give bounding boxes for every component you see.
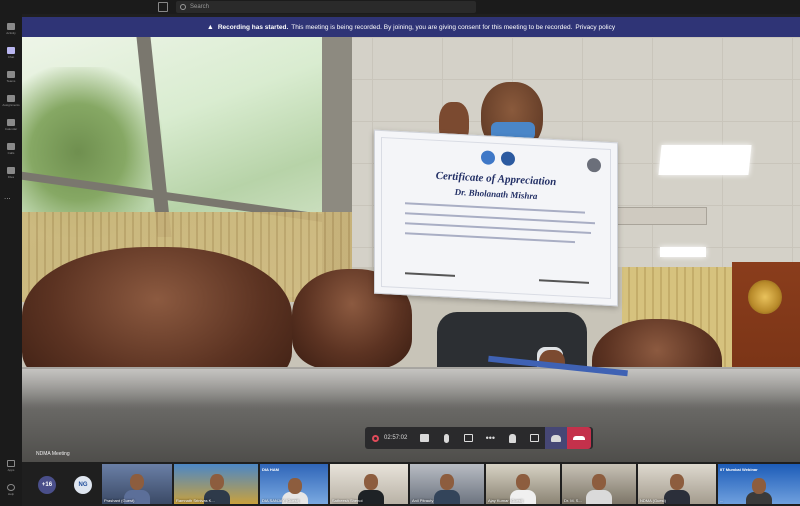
rail-item-calls[interactable]: Calls <box>0 138 22 160</box>
rail-item-activity[interactable]: Activity <box>0 18 22 40</box>
rail-label: Apps <box>7 468 15 472</box>
more-icon: ••• <box>485 433 496 443</box>
file-icon <box>7 167 15 174</box>
ceiling-light <box>660 247 706 257</box>
participant-tile[interactable]: Ramnath Srinivas K... <box>174 464 258 504</box>
participant-tile[interactable]: Prashant (Guest) <box>102 464 172 504</box>
org-logo <box>501 151 515 166</box>
participant-strip: +16 NG Prashant (Guest) Ramnath Srinivas… <box>22 462 800 506</box>
recording-banner: ▲ Recording has started. This meeting is… <box>22 17 800 37</box>
apps-icon <box>7 460 15 467</box>
share-screen-icon <box>463 434 473 442</box>
ceiling-light <box>658 145 752 175</box>
camera-icon <box>419 434 429 442</box>
camera-button[interactable] <box>413 427 435 449</box>
rail-label: Activity <box>6 31 16 35</box>
rail-label: Chat <box>7 55 15 59</box>
share-button[interactable] <box>457 427 479 449</box>
participant-name: Anil Pitrauty <box>412 498 434 503</box>
rail-label: Help <box>7 492 15 496</box>
tile-banner: IIT Mumbai Webinar <box>720 467 758 472</box>
search-icon <box>180 4 186 10</box>
banner-title: Recording has started. <box>217 23 289 31</box>
people-icon <box>551 434 562 442</box>
rail-label: Teams <box>6 79 16 83</box>
unesco-logo <box>481 150 495 165</box>
teams-icon <box>7 71 15 78</box>
chat-button[interactable] <box>523 427 545 449</box>
chat-icon <box>7 47 15 54</box>
participant-name: NDMA (Guest) <box>640 498 667 503</box>
call-controls: 02:57:02 ••• <box>365 427 593 449</box>
main-video-feed: Certificate of Appreciation Dr. Bholanat… <box>22 37 800 462</box>
warning-icon: ▲ <box>206 23 214 31</box>
bell-icon <box>7 23 15 30</box>
participant-name: Ajay Kumar (Guest) <box>488 498 524 503</box>
participant-name: Satheesh Shenoi <box>332 498 363 503</box>
new-chat-icon[interactable] <box>158 2 168 12</box>
more-apps-icon[interactable]: ... <box>4 192 11 201</box>
participant-tile[interactable]: IIT Mumbai Webinar ... <box>718 464 800 504</box>
meeting-name: NDMA Meeting <box>36 451 70 457</box>
phone-icon <box>7 143 15 150</box>
rail-item-help[interactable]: Help <box>0 484 22 496</box>
raise-hand-button[interactable] <box>501 427 523 449</box>
rail-item-apps[interactable]: Apps <box>0 460 22 472</box>
emblem-logo <box>587 157 601 173</box>
rail-label: Assignments <box>2 103 20 107</box>
participants-button[interactable] <box>545 427 568 449</box>
participant-name: DIA SANJAY (Guest) <box>262 498 300 503</box>
call-timer: 02:57:02 <box>384 435 408 441</box>
title-bar: Search <box>0 0 800 14</box>
mic-button[interactable] <box>435 427 457 449</box>
participant-tile[interactable]: Dr. M. S... <box>562 464 636 504</box>
certificate: Certificate of Appreciation Dr. Bholanat… <box>374 129 618 307</box>
ac-vent <box>617 207 707 225</box>
teams-meeting-window: Search Activity Chat Teams Assignments C… <box>0 0 800 506</box>
search-box[interactable]: Search <box>176 1 476 13</box>
participant-tile[interactable]: Ajay Kumar (Guest) <box>486 464 560 504</box>
participant-name: ... <box>720 498 724 503</box>
rail-item-files[interactable]: Files <box>0 162 22 184</box>
app-rail: Activity Chat Teams Assignments Calendar… <box>0 14 22 506</box>
calendar-icon <box>7 119 15 126</box>
participant-tile[interactable]: Satheesh Shenoi <box>330 464 408 504</box>
help-icon <box>7 484 15 491</box>
rail-label: Calls <box>7 151 15 155</box>
participant-tile[interactable]: DIA HAM DIA SANJAY (Guest) <box>260 464 328 504</box>
participant-avatar[interactable]: NG <box>74 476 92 494</box>
rail-item-teams[interactable]: Teams <box>0 66 22 88</box>
participant-name: Prashant (Guest) <box>104 498 135 503</box>
participant-tile[interactable]: NDMA (Guest) <box>638 464 716 504</box>
banner-text: This meeting is being recorded. By joini… <box>291 23 573 31</box>
hang-up-icon <box>573 436 586 440</box>
search-placeholder: Search <box>190 4 210 10</box>
chat-icon <box>529 434 539 442</box>
rail-item-chat[interactable]: Chat <box>0 42 22 64</box>
mic-off-icon <box>443 433 449 443</box>
rail-label: Calendar <box>4 127 18 131</box>
hand-icon <box>508 433 516 443</box>
tile-banner: DIA HAM <box>262 467 279 472</box>
rail-label: Files <box>7 175 15 179</box>
more-actions-button[interactable]: ••• <box>479 427 501 449</box>
assignments-icon <box>7 95 15 102</box>
rail-item-calendar[interactable]: Calendar <box>0 114 22 136</box>
recording-icon <box>372 434 379 442</box>
participant-tile[interactable]: Anil Pitrauty <box>410 464 484 504</box>
emblem <box>748 280 782 314</box>
overflow-participants[interactable]: +16 <box>38 476 56 494</box>
participant-name: Ramnath Srinivas K... <box>176 498 215 503</box>
participant-name: Dr. M. S... <box>564 498 582 503</box>
rail-item-assignments[interactable]: Assignments <box>0 90 22 112</box>
privacy-policy-link[interactable]: Privacy policy <box>575 24 615 31</box>
hang-up-button[interactable] <box>567 427 592 449</box>
